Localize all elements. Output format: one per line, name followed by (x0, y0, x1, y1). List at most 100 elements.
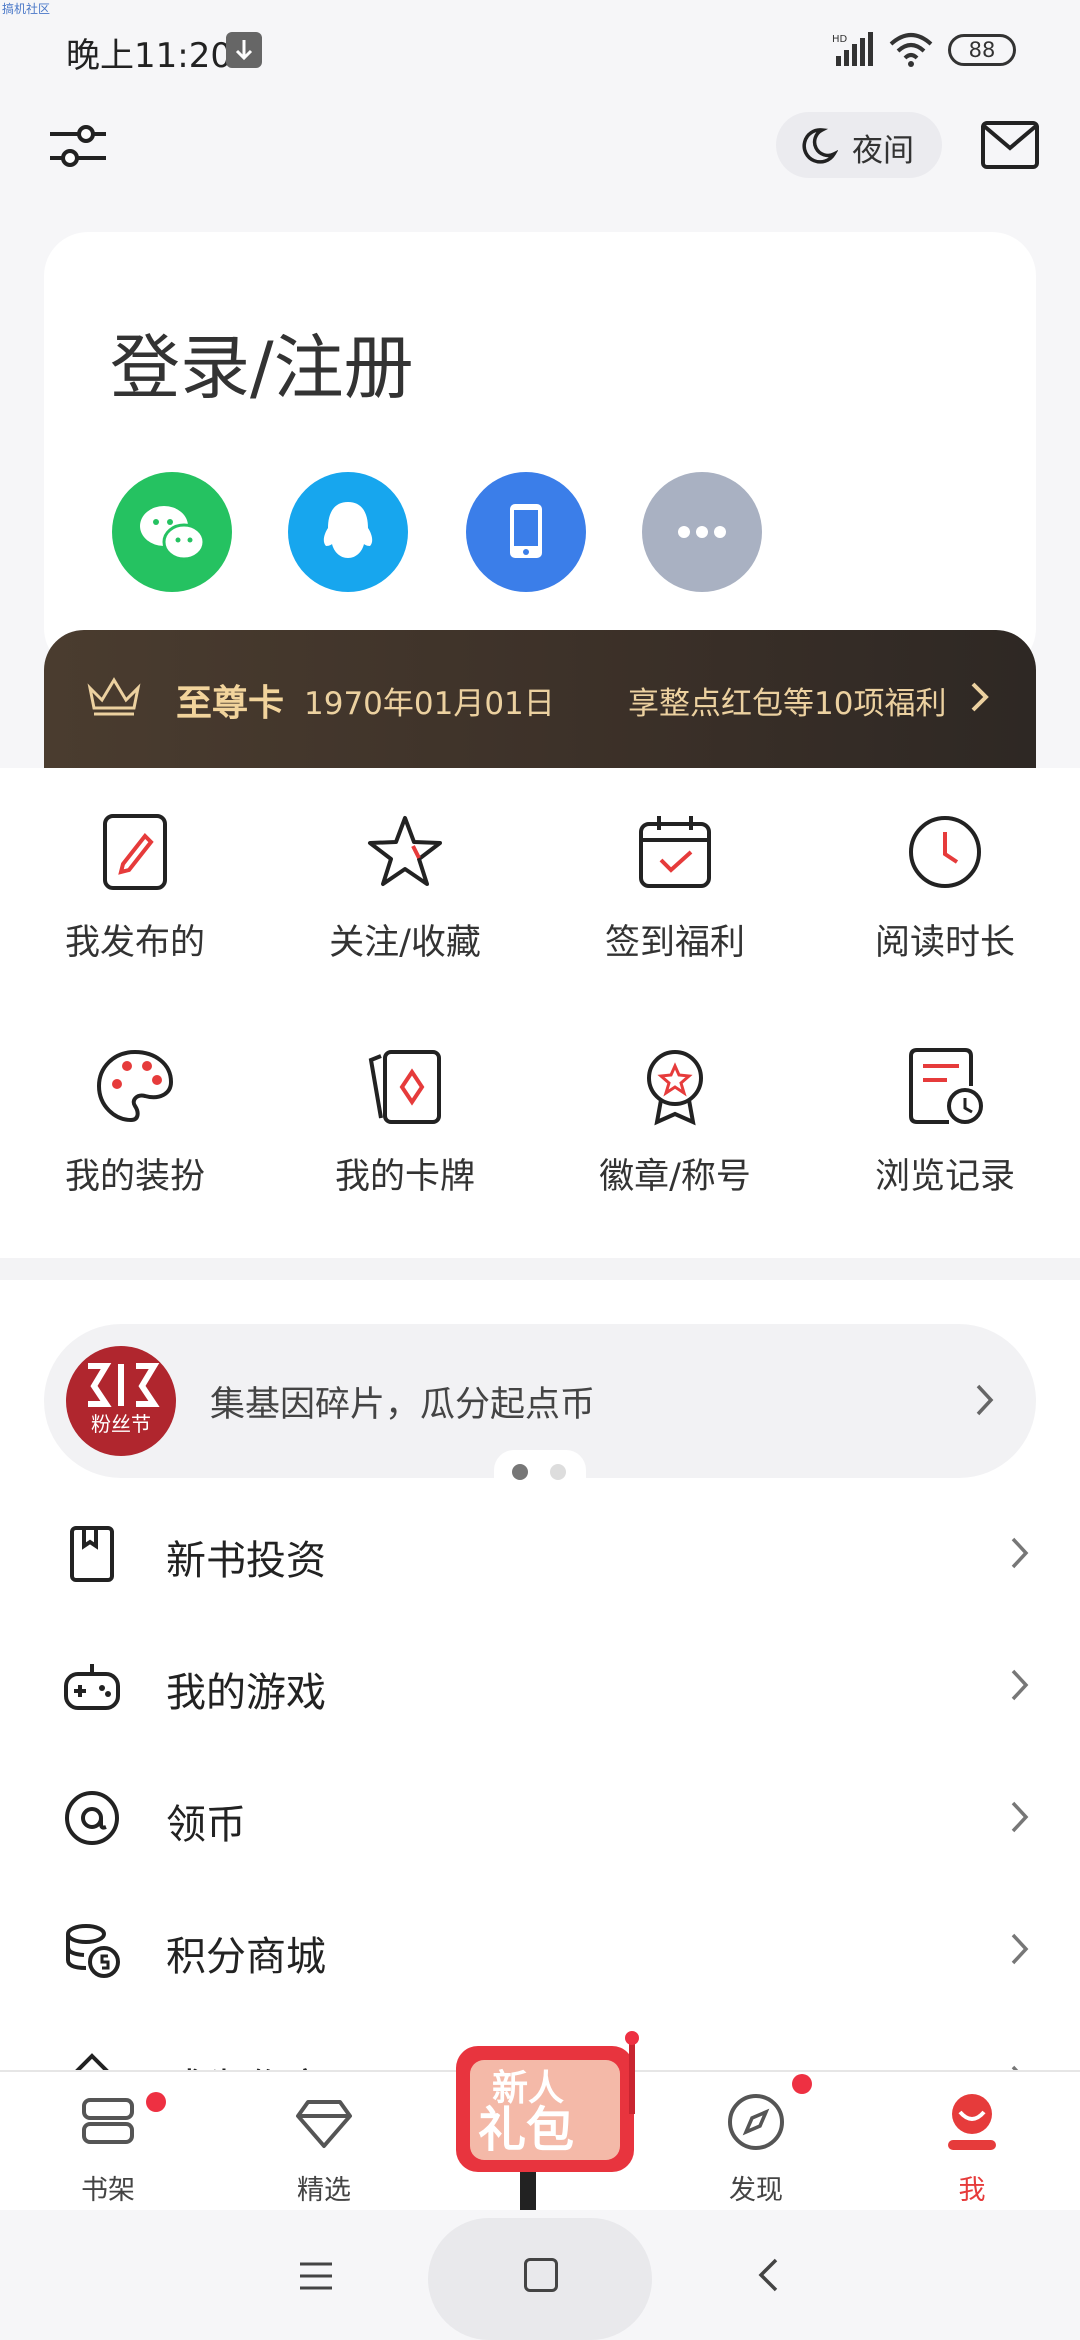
gamepad-icon (64, 1664, 120, 1710)
phone-login-button[interactable] (466, 472, 586, 592)
compass-icon (728, 2094, 784, 2150)
tab-label: 精选 (297, 2175, 351, 2206)
wechat-icon (140, 506, 206, 561)
wechat-login-button[interactable] (112, 472, 232, 592)
menu-icon[interactable] (296, 2258, 336, 2294)
fan-festival-logo: 粉丝节 (66, 1346, 176, 1456)
back-icon[interactable] (756, 2256, 780, 2294)
chevron-right-icon (976, 1384, 994, 1416)
phone-icon (510, 504, 542, 558)
more-icon (678, 526, 726, 538)
tab-label: 发现 (729, 2175, 783, 2206)
grid-item-my-posts[interactable]: 我发布的 (0, 812, 270, 965)
notification-dot (146, 2092, 166, 2112)
vip-card-benefit: 享整点红包等10项福利 (628, 686, 947, 722)
wifi-icon (889, 33, 933, 67)
login-card (44, 232, 1036, 672)
profile-icon (948, 2094, 996, 2150)
carousel-dot-active (512, 1464, 528, 1480)
palette-icon (96, 1049, 174, 1123)
list-item-points-mall[interactable]: 积分商城 (0, 1884, 1080, 2016)
chevron-right-icon (971, 682, 989, 712)
history-icon (909, 1048, 983, 1124)
login-register-link[interactable]: 登录/注册 (110, 312, 414, 413)
badge-icon (647, 1050, 703, 1126)
signal-label: HD (832, 34, 848, 45)
chevron-right-icon (1011, 1801, 1029, 1833)
pen-icon (75, 2053, 109, 2070)
list-item-label: 我的游戏 (166, 1670, 326, 1716)
vip-card-date: 1970年01月01日 (304, 686, 555, 722)
notification-dot (792, 2074, 812, 2094)
grid-item-reading-time[interactable]: 阅读时长 (810, 812, 1080, 965)
list-item-label: 成为作家 (166, 2056, 326, 2070)
grid-label: 我发布的 (64, 923, 205, 963)
system-nav-bar (0, 2210, 1080, 2340)
carousel-indicator (494, 1450, 586, 1490)
chevron-right-icon (1011, 1933, 1029, 1965)
battery-icon: 88 (948, 34, 1016, 66)
tab-label: 我 (958, 2175, 986, 2206)
grid-label: 我的装扮 (64, 1157, 205, 1197)
more-login-button[interactable] (642, 472, 762, 592)
moon-icon (802, 128, 838, 164)
tab-label: 书架 (81, 2175, 135, 2206)
bookshelf-icon (82, 2098, 134, 2144)
list-item-my-games[interactable]: 我的游戏 (0, 1620, 1080, 1752)
at-coin-icon (65, 1791, 119, 1845)
carousel-dot (550, 1464, 566, 1480)
gift-icon: 新人 礼包 (456, 2031, 639, 2210)
grid-label: 签到福利 (604, 923, 745, 963)
grid-item-badges-titles[interactable]: 徽章/称号 (540, 1046, 810, 1199)
edit-doc-icon (103, 814, 167, 890)
vip-card-name: 至尊卡 (176, 682, 285, 724)
chevron-right-icon (1011, 1669, 1029, 1701)
status-bar: 晚上11:20 HD 88 (0, 0, 1080, 100)
tab-me[interactable]: 我 (864, 2072, 1080, 2212)
grid-label: 关注/收藏 (329, 923, 481, 963)
grid-item-my-cards[interactable]: 我的卡牌 (270, 1046, 540, 1199)
status-time: 晚上11:20 (66, 36, 232, 76)
calendar-check-icon (639, 816, 711, 888)
mail-icon[interactable] (980, 120, 1040, 170)
grid-label: 阅读时长 (874, 923, 1015, 963)
banner-text: 集基因碎片，瓜分起点币 (210, 1385, 596, 1425)
section-divider (0, 1258, 1080, 1280)
list-item-label: 新书投资 (166, 1538, 326, 1584)
grid-item-browse-history[interactable]: 浏览记录 (810, 1046, 1080, 1199)
clock-icon (909, 816, 981, 888)
home-icon[interactable] (524, 2258, 558, 2292)
star-icon (368, 816, 442, 886)
list-item-label: 积分商城 (166, 1934, 326, 1980)
crown-icon (87, 677, 141, 716)
gift-text-line2: 礼包 (478, 2102, 574, 2158)
grid-item-follow-favorites[interactable]: 关注/收藏 (270, 812, 540, 965)
bookmark-icon (70, 1526, 114, 1582)
fan-festival-logo-text: 粉丝节 (91, 1412, 151, 1436)
feature-grid: 我发布的 关注/收藏 签到福利 阅读时长 我的装扮 我的卡牌 徽章/称号 浏览记… (0, 768, 1080, 1258)
qq-icon (323, 502, 373, 558)
signal-icon: HD (832, 32, 873, 66)
settings-sliders-icon[interactable] (48, 118, 108, 174)
grid-label: 徽章/称号 (599, 1157, 751, 1197)
grid-item-checkin-rewards[interactable]: 签到福利 (540, 812, 810, 965)
tab-featured[interactable]: 精选 (216, 2072, 432, 2212)
tab-discover[interactable]: 发现 (648, 2072, 864, 2212)
list-item-label: 领币 (166, 1802, 246, 1848)
chevron-right-icon (1011, 1537, 1029, 1569)
list-item-new-book-investment[interactable]: 新书投资 (0, 1488, 1080, 1620)
tab-bookshelf[interactable]: 书架 (0, 2072, 216, 2212)
night-mode-button[interactable]: 夜间 (776, 112, 942, 178)
coins-icon (66, 1924, 120, 1978)
night-mode-label: 夜间 (852, 133, 914, 169)
diamond-icon (296, 2100, 352, 2148)
grid-label: 浏览记录 (874, 1157, 1015, 1197)
cards-icon (368, 1050, 441, 1124)
download-icon (226, 32, 262, 68)
vip-card-bar[interactable]: 至尊卡 1970年01月01日 享整点红包等10项福利 (44, 630, 1036, 768)
list-item-collect-coins[interactable]: 领币 (0, 1752, 1080, 1884)
new-user-gift-button[interactable]: 新人 礼包 (452, 2030, 642, 2210)
grid-label: 我的卡牌 (334, 1157, 475, 1197)
qq-login-button[interactable] (288, 472, 408, 592)
grid-item-my-outfits[interactable]: 我的装扮 (0, 1046, 270, 1199)
